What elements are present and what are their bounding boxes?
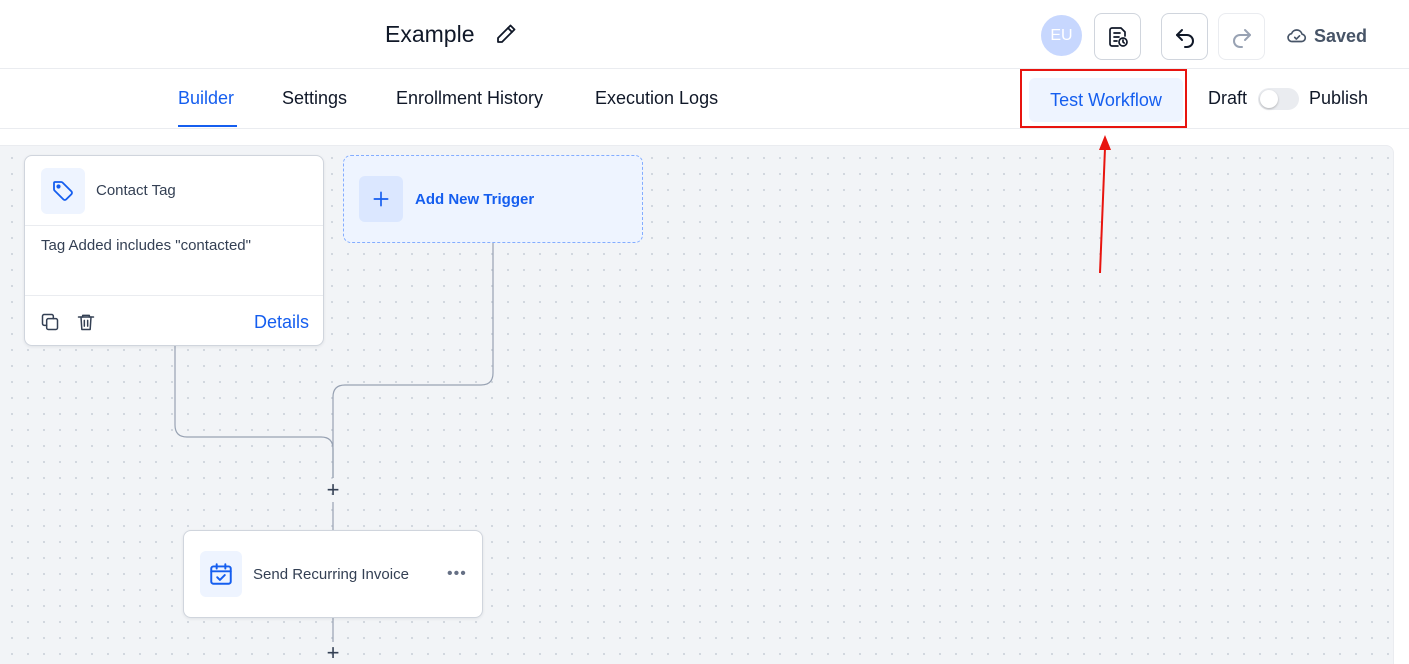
save-status: Saved (1286, 25, 1367, 47)
workflow-title: Example (385, 21, 475, 47)
save-status-label: Saved (1314, 25, 1368, 46)
action-icon-tile (200, 551, 242, 597)
avatar[interactable]: EU (1041, 15, 1082, 56)
workflow-header: Example EU Saved (0, 0, 1409, 69)
tab-settings[interactable]: Settings (282, 88, 347, 109)
annotation-highlight-box (1020, 69, 1187, 128)
redo-button[interactable] (1218, 13, 1265, 60)
tab-bar: Builder Settings Enrollment History Exec… (0, 69, 1409, 129)
tab-execution-logs[interactable]: Execution Logs (595, 88, 718, 109)
trigger-name: Contact Tag (96, 182, 176, 199)
document-clock-icon (1108, 26, 1128, 47)
trigger-details-link[interactable]: Details (254, 312, 309, 333)
add-new-trigger-button[interactable]: Add New Trigger (343, 155, 643, 243)
action-card[interactable]: Send Recurring Invoice ••• (183, 530, 483, 618)
pencil-icon[interactable] (494, 22, 518, 46)
trash-icon[interactable] (76, 312, 96, 332)
undo-button[interactable] (1161, 13, 1208, 60)
undo-icon (1175, 28, 1194, 48)
trigger-icon-tile (41, 168, 85, 214)
active-tab-indicator (178, 125, 237, 127)
trigger-condition: Tag Added includes "contacted" (41, 237, 251, 254)
trigger-card-header: Contact Tag (25, 156, 323, 226)
notes-button[interactable] (1094, 13, 1141, 60)
action-name: Send Recurring Invoice (253, 566, 409, 583)
copy-icon[interactable] (40, 312, 60, 332)
trigger-card[interactable]: Contact Tag Tag Added includes "contacte… (24, 155, 324, 346)
publish-label: Publish (1309, 88, 1369, 108)
trigger-card-footer: Details (25, 295, 323, 345)
redo-icon (1232, 28, 1251, 48)
add-step-plus-icon-bottom[interactable]: + (323, 642, 343, 664)
draft-label: Draft (1208, 88, 1248, 108)
add-trigger-icon-tile (359, 176, 403, 222)
plus-icon (373, 191, 389, 207)
tab-builder[interactable]: Builder (178, 88, 234, 109)
tab-enrollment-history[interactable]: Enrollment History (396, 88, 543, 109)
toggle-knob (1260, 90, 1278, 108)
add-step-plus-icon[interactable]: + (323, 479, 343, 501)
calendar-check-icon (210, 563, 232, 585)
cloud-check-icon (1287, 29, 1307, 43)
publish-toggle[interactable] (1258, 88, 1299, 110)
more-options-icon[interactable]: ••• (447, 565, 467, 583)
add-trigger-label: Add New Trigger (415, 191, 535, 208)
tag-icon (53, 181, 73, 201)
